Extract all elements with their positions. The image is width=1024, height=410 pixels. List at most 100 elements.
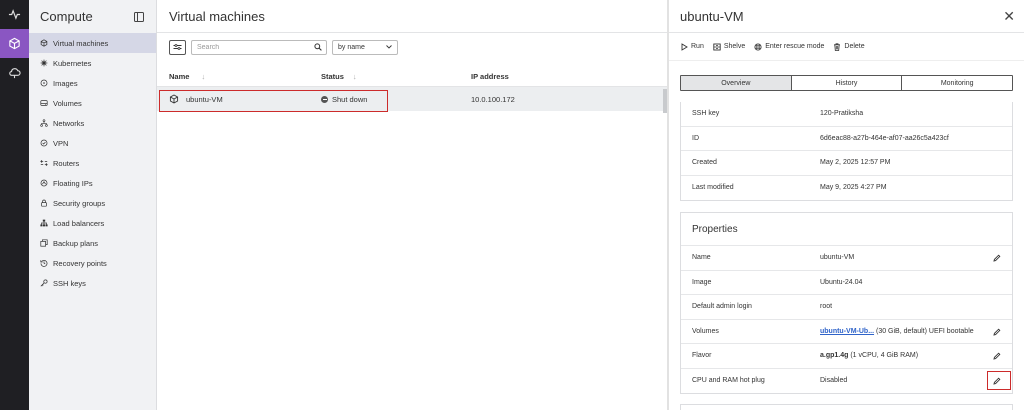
cube-icon (40, 39, 48, 47)
sidebar-item-security-groups[interactable]: Security groups (29, 193, 156, 213)
tab-monitoring[interactable]: Monitoring (901, 76, 1012, 90)
floating-ip-icon (40, 179, 48, 187)
property-cpu-ram-row: CPU and RAM hot plug Disabled (681, 369, 1012, 394)
property-image-row: Image Ubuntu-24.04 (681, 271, 1012, 295)
enter-rescue-mode-button[interactable]: Enter rescue mode (754, 42, 824, 51)
property-volumes-label: Volumes (692, 327, 719, 335)
sidebar-header: Compute (29, 0, 156, 33)
flavor-name: a.gp1.4g (820, 352, 849, 360)
sidebar-item-virtual-machines[interactable]: Virtual machines (29, 33, 156, 53)
created-row: Created May 2, 2025 12:57 PM (681, 151, 1012, 176)
column-header-name[interactable]: Name ↓ (157, 72, 310, 81)
sidebar-item-label: Kubernetes (53, 58, 92, 68)
flavor-details: (1 vCPU, 4 GiB RAM) (848, 352, 919, 360)
sidebar-item-label: SSH keys (53, 278, 86, 288)
property-admin-label: Default admin login (692, 303, 752, 311)
delete-button[interactable]: Delete (833, 42, 865, 51)
sidebar-item-label: Virtual machines (53, 38, 109, 48)
pencil-icon[interactable] (993, 328, 1001, 336)
trash-icon (834, 42, 841, 51)
pulse-icon (8, 9, 21, 20)
property-flavor-label: Flavor (692, 352, 712, 360)
vm-ip-address: 10.0.100.172 (471, 94, 515, 104)
id-value: 6d6eac88-a27b-464e-af07-aa26c5a423cf (820, 134, 949, 142)
page-title: Virtual machines (157, 0, 667, 33)
helm-icon (40, 59, 48, 67)
property-admin-value: root (820, 303, 833, 311)
last-modified-label: Last modified (692, 184, 734, 192)
cube-icon (9, 37, 20, 50)
last-modified-row: Last modified May 9, 2025 4:27 PM (681, 176, 1012, 201)
volume-link[interactable]: ubuntu-VM-Ub... (820, 328, 874, 335)
properties-card: Properties Name ubuntu-VM Image Ubuntu-2… (680, 212, 1013, 394)
load-balancer-icon (40, 219, 48, 227)
sidebar-item-vpn[interactable]: VPN (29, 133, 156, 153)
shelve-icon (713, 43, 721, 50)
run-button[interactable]: Run (680, 42, 704, 51)
shelve-button[interactable]: Shelve (713, 43, 745, 51)
ssh-key-row: SSH key 120-Pratiksha (681, 102, 1012, 127)
created-value: May 2, 2025 12:57 PM (820, 159, 891, 167)
created-label: Created (692, 159, 717, 167)
sort-arrow-icon: ↓ (352, 71, 357, 81)
app-rail (0, 0, 29, 410)
sidebar-item-label: Floating IPs (53, 178, 93, 188)
property-cpu-ram-label: CPU and RAM hot plug (692, 377, 765, 385)
panel-header: ubuntu-VM ✕ (669, 0, 1024, 33)
sidebar-item-load-balancers[interactable]: Load balancers (29, 213, 156, 233)
tab-overview[interactable]: Overview (681, 76, 791, 90)
properties-title: Properties (681, 213, 1012, 246)
sidebar-item-label: Networks (53, 118, 85, 128)
filter-button[interactable] (169, 39, 186, 55)
sidebar-item-label: Recovery points (53, 258, 107, 268)
drive-icon (40, 100, 48, 106)
action-bar: Run Shelve Enter rescue mode Delete (669, 33, 1024, 61)
sidebar-item-recovery-points[interactable]: Recovery points (29, 253, 156, 273)
search-icon[interactable] (314, 43, 322, 51)
last-modified-value: May 9, 2025 4:27 PM (820, 184, 887, 192)
sidebar: Compute Virtual machines Kubernetes Imag… (29, 0, 157, 410)
collapse-sidebar-icon[interactable] (134, 11, 144, 22)
sidebar-item-ssh-keys[interactable]: SSH keys (29, 273, 156, 293)
sidebar-item-kubernetes[interactable]: Kubernetes (29, 53, 156, 73)
panel-title: ubuntu-VM (680, 8, 744, 24)
sidebar-item-images[interactable]: Images (29, 73, 156, 93)
sidebar-item-label: Load balancers (53, 218, 105, 228)
column-header-ip: IP address (471, 71, 509, 81)
sidebar-item-networks[interactable]: Networks (29, 113, 156, 133)
sidebar-item-backup-plans[interactable]: Backup plans (29, 233, 156, 253)
sidebar-item-routers[interactable]: Routers (29, 153, 156, 173)
tab-history[interactable]: History (790, 76, 902, 90)
rail-monitoring-button[interactable] (0, 0, 29, 29)
sidebar-item-label: Routers (53, 158, 80, 168)
panel-tabs: Overview History Monitoring (680, 75, 1013, 91)
rescue-icon (754, 42, 762, 51)
property-admin-row: Default admin login root (681, 295, 1012, 320)
sidebar-item-label: Images (53, 78, 78, 88)
ssh-key-label: SSH key (692, 110, 720, 118)
search-input[interactable] (197, 43, 297, 51)
lock-icon (41, 199, 47, 207)
table-header: Name ↓ Status ↓ IP address (157, 66, 667, 87)
sidebar-item-volumes[interactable]: Volumes (29, 93, 156, 113)
filter-toolbar: by name (157, 33, 667, 61)
recovery-icon (40, 260, 48, 267)
close-icon[interactable]: ✕ (1003, 9, 1015, 23)
sidebar-item-floating-ips[interactable]: Floating IPs (29, 173, 156, 193)
network-icon (40, 119, 48, 127)
rail-compute-button[interactable] (0, 29, 29, 58)
row-highlight-box (159, 90, 388, 112)
column-header-status[interactable]: Status ↓ (310, 72, 460, 81)
pencil-icon[interactable] (993, 352, 1001, 360)
property-flavor-row: Flavor a.gp1.4g (1 vCPU, 4 GiB RAM) (681, 344, 1012, 369)
pencil-icon[interactable] (993, 254, 1001, 262)
vm-detail-panel: ubuntu-VM ✕ Run Shelve Enter rescue mode… (669, 0, 1024, 410)
rail-cloud-button[interactable] (0, 58, 29, 87)
sidebar-item-label: VPN (53, 138, 69, 148)
property-image-label: Image (692, 278, 712, 286)
sidebar-title: Compute (40, 9, 93, 24)
property-name-row: Name ubuntu-VM (681, 246, 1012, 271)
sort-select[interactable]: by name (332, 39, 398, 55)
cloud-icon (9, 68, 21, 79)
property-name-value: ubuntu-VM (820, 254, 855, 262)
